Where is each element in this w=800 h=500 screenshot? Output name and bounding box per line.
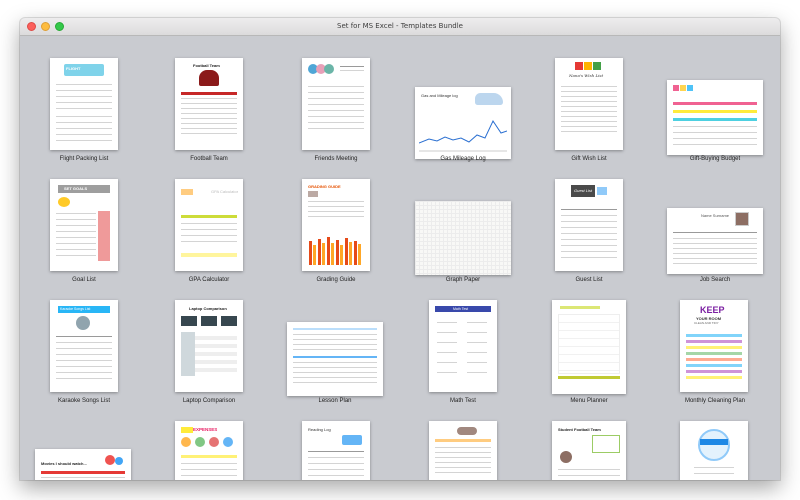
template-thumbnail[interactable]: Student Football Team — [552, 421, 626, 480]
template-thumbnail[interactable] — [552, 300, 626, 394]
template-thumbnail[interactable] — [429, 421, 497, 480]
app-window: Set for MS Excel - Templates Bundle FLIG… — [20, 18, 780, 480]
bar-chart-icon — [309, 237, 361, 265]
thumb-text: KEEP — [700, 305, 725, 315]
thumb-text: Math Test — [453, 307, 469, 311]
thumb-text: Laptop Comparison — [189, 306, 227, 311]
template-name: Flight Packing List — [59, 156, 109, 162]
thumb-text: Student Football Team — [558, 427, 601, 432]
thumb-text: Nana's Wish List — [569, 73, 604, 78]
template-name: Monthly Cleaning Plan — [684, 398, 746, 404]
thumb-text: FLIGHT — [66, 66, 81, 71]
template-thumbnail[interactable]: Movies I should watch... — [35, 449, 131, 480]
line-chart-icon — [419, 119, 507, 152]
thumb-text: GPA Calculator — [211, 189, 239, 194]
template-thumbnail[interactable]: Name Surname — [667, 208, 763, 274]
template-thumbnail[interactable]: FLIGHT — [50, 58, 118, 150]
template-name: Gift Wish List — [571, 156, 607, 162]
template-name: Football Team — [190, 156, 228, 162]
template-thumbnail[interactable] — [680, 421, 748, 480]
thumb-text: Football Team — [193, 63, 220, 68]
template-thumbnail[interactable]: SET GOALS — [50, 179, 118, 271]
template-thumbnail[interactable]: EXPENSES — [175, 421, 243, 480]
template-thumbnail[interactable] — [667, 80, 763, 155]
template-thumbnail[interactable]: KEEP YOUR ROOM CLEAN AND TIDY — [680, 300, 748, 392]
template-thumbnail[interactable]: Reading Log — [302, 421, 370, 480]
template-thumbnail[interactable]: GPA Calculator — [175, 179, 243, 271]
template-name: Menu Planner — [570, 398, 608, 404]
template-name: Friends Meeting — [314, 156, 358, 162]
template-name: Graph Paper — [445, 277, 481, 283]
template-name: GPA Calculator — [188, 277, 230, 283]
thumb-text: Reading Log — [308, 427, 331, 432]
template-name: Gift-Buying Budget — [689, 156, 741, 162]
template-thumbnail[interactable] — [302, 58, 370, 150]
template-thumbnail[interactable]: Math Test — [429, 300, 497, 392]
thumb-text: Movies I should watch... — [41, 461, 87, 466]
template-name: Lesson Plan — [318, 398, 352, 404]
template-thumbnail[interactable]: Gas and Mileage log — [415, 87, 511, 159]
template-name: Gas Mileage Log — [440, 156, 486, 162]
thumb-text: Karaoke Songs List — [60, 307, 91, 311]
template-name: Job Search — [699, 277, 731, 283]
template-name: Grading Guide — [316, 277, 356, 283]
template-thumbnail[interactable]: GRADING GUIDE — [302, 179, 370, 271]
window-title: Set for MS Excel - Templates Bundle — [337, 22, 463, 30]
template-thumbnail[interactable]: Guest List — [555, 179, 623, 271]
thumb-text: SET GOALS — [64, 186, 88, 191]
template-name: Guest List — [575, 277, 603, 283]
template-thumbnail[interactable]: Nana's Wish List — [555, 58, 623, 150]
template-thumbnail[interactable]: Karaoke Songs List — [50, 300, 118, 392]
template-grid: FLIGHT Flight Packing List Football Team — [20, 36, 780, 480]
template-name: Goal List — [72, 277, 96, 283]
title-bar: Set for MS Excel - Templates Bundle — [20, 18, 780, 36]
template-thumbnail[interactable]: Football Team — [175, 58, 243, 150]
thumb-text: Gas and Mileage log — [421, 93, 458, 98]
template-thumbnail[interactable] — [287, 322, 383, 396]
template-name: Laptop Comparison — [182, 398, 236, 404]
thumb-text: GRADING GUIDE — [308, 184, 341, 189]
template-name: Karaoke Songs List — [57, 398, 111, 404]
template-thumbnail[interactable]: Laptop Comparison — [175, 300, 243, 392]
template-name: Math Test — [450, 398, 476, 404]
thumb-text: Guest List — [574, 188, 593, 193]
template-thumbnail[interactable] — [415, 201, 511, 275]
thumb-text: CLEAN AND TIDY — [694, 321, 719, 325]
thumb-text: EXPENSES — [193, 427, 218, 432]
thumb-text: Name Surname — [701, 213, 730, 218]
